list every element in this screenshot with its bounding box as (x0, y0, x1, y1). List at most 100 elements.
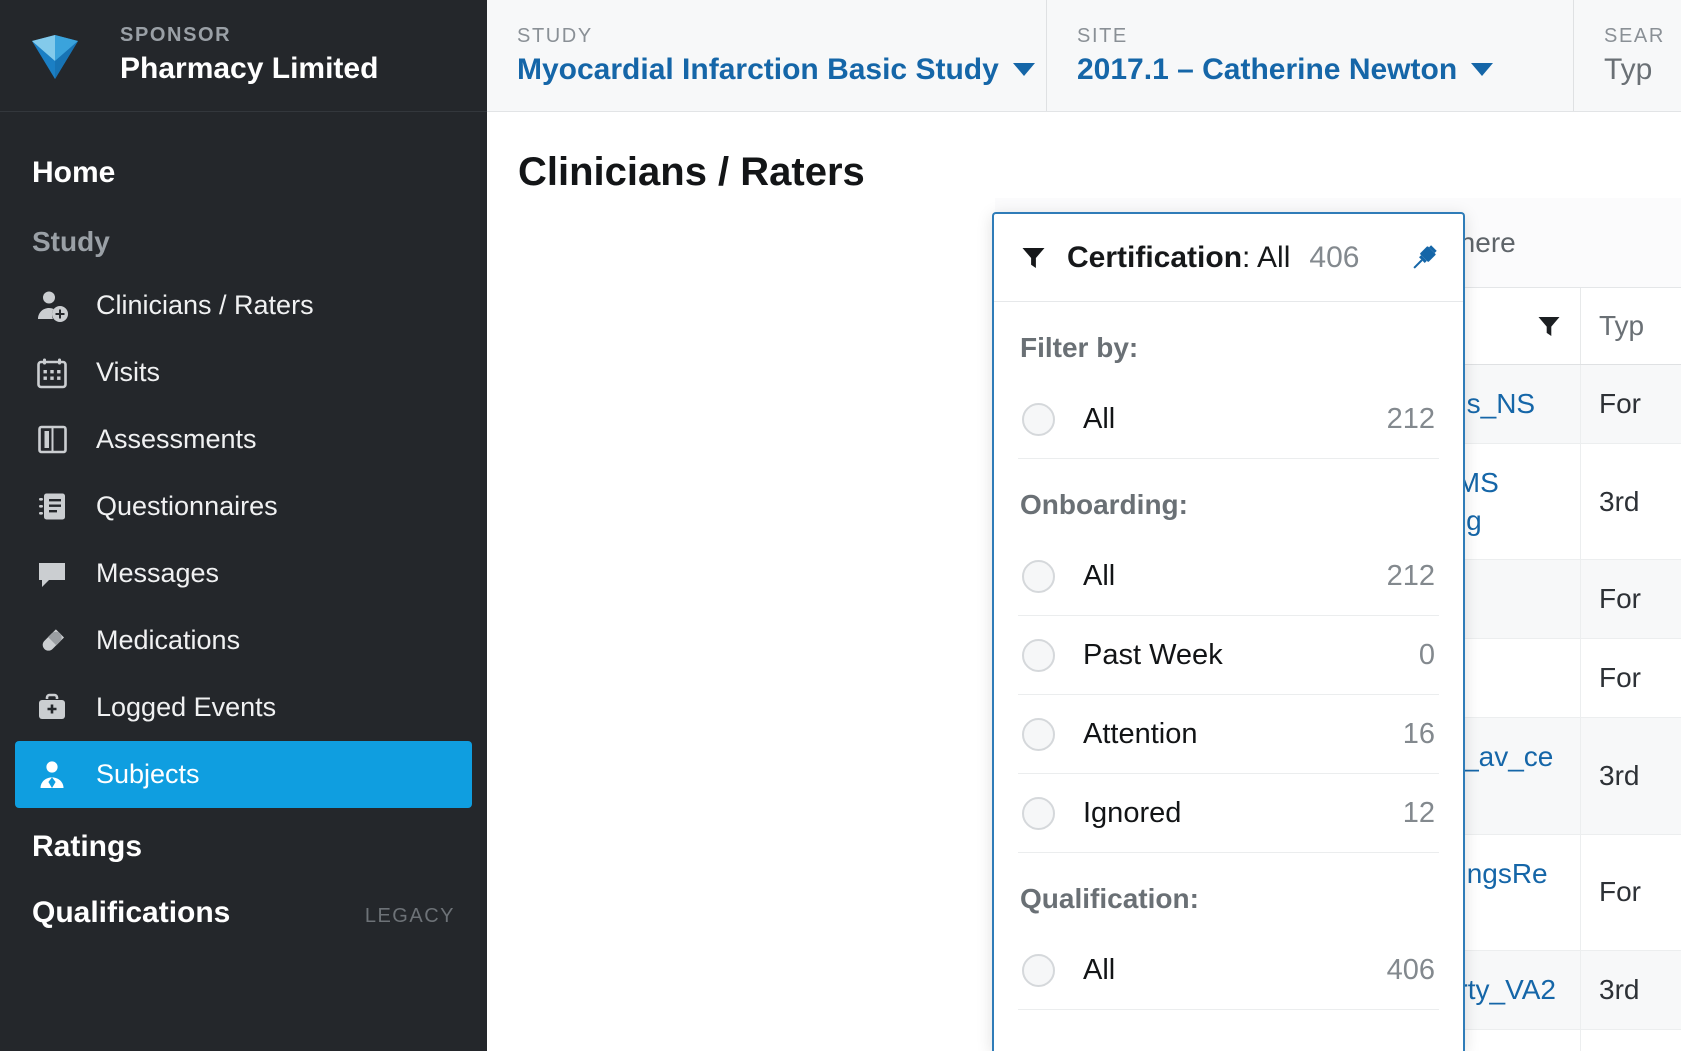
filter-option-label: All (1083, 559, 1116, 592)
user-plus-icon (32, 286, 72, 326)
chevron-down-icon (1471, 63, 1494, 76)
chevron-down-icon (1012, 63, 1035, 76)
search-box[interactable]: SEAR Typ (1574, 0, 1681, 111)
filter-panel-title-value: All (1257, 240, 1291, 274)
study-label: STUDY (517, 24, 593, 47)
sidebar-item-label: Visits (96, 357, 161, 387)
certification-filter-panel: Certification: All 406 Filter by: All 21… (992, 212, 1465, 1051)
calendar-icon (32, 353, 72, 393)
sidebar-item-assessments[interactable]: Assessments (15, 406, 472, 473)
filter-panel-count: 406 (1309, 240, 1360, 274)
filter-option-onboarding-past-week[interactable]: Past Week 0 (1018, 616, 1439, 695)
cell-type: For (1581, 1030, 1681, 1051)
filter-option-qualification-all[interactable]: All 406 (1018, 931, 1439, 1010)
study-value-text: Myocardial Infarction Basic Study (517, 52, 999, 86)
sidebar-section-ratings[interactable]: Ratings (0, 808, 487, 874)
sponsor-name: Pharmacy Limited (120, 52, 379, 86)
app-root: SPONSOR Pharmacy Limited Home Study Clin… (0, 0, 1681, 1051)
filter-option-count: 212 (1386, 559, 1435, 592)
cell-type: For (1599, 583, 1641, 615)
cell-type: 3rd (1599, 759, 1640, 791)
sidebar-item-logged-events[interactable]: Logged Events (15, 674, 472, 741)
top-context-bar: STUDY Myocardial Infarction Basic Study … (487, 0, 1681, 112)
filter-option-count: 406 (1386, 953, 1435, 986)
column-header-type[interactable]: Typ (1581, 288, 1681, 364)
sidebar-item-clinicians-raters[interactable]: Clinicians / Raters (15, 272, 472, 339)
radio-icon[interactable] (1022, 953, 1055, 987)
radio-icon[interactable] (1022, 402, 1055, 436)
cell-type: 3rd (1599, 974, 1640, 1006)
filter-panel-title: Certification: All (1067, 241, 1290, 275)
sidebar-item-label: Clinicians / Raters (96, 290, 314, 320)
filter-panel-title-sep: : (1242, 240, 1258, 274)
sidebar-item-label: Assessments (96, 424, 257, 454)
pill-icon (32, 621, 72, 661)
filter-option-onboarding-attention[interactable]: Attention 16 (1018, 695, 1439, 774)
chat-bubble-icon (32, 554, 72, 594)
pin-icon[interactable] (1407, 241, 1441, 275)
site-value: 2017.1 – Catherine Newton (1077, 53, 1543, 87)
filter-option-label: All (1083, 402, 1116, 435)
sidebar-item-label: Logged Events (96, 692, 277, 722)
sidebar-item-questionnaires[interactable]: Questionnaires (15, 473, 472, 540)
filter-option-count: 0 (1418, 638, 1435, 671)
sidebar-nav: Home Study Clinicians / Raters Visits As… (0, 112, 487, 940)
filter-option-label: Ignored (1083, 796, 1182, 829)
radio-icon[interactable] (1022, 559, 1055, 593)
notebook-icon (32, 487, 72, 527)
site-label: SITE (1077, 24, 1128, 47)
sidebar-item-label: Questionnaires (96, 491, 278, 521)
filter-option-label: All (1083, 953, 1116, 986)
sidebar-item-subjects[interactable]: Subjects (15, 741, 472, 808)
filter-by-label: Filter by: (1020, 332, 1139, 363)
page-title: Clinicians / Raters (518, 150, 865, 194)
study-value: Myocardial Infarction Basic Study (517, 52, 1035, 87)
site-value-text: 2017.1 – Catherine Newton (1077, 52, 1458, 86)
sidebar-item-messages[interactable]: Messages (15, 540, 472, 607)
cell-type: For (1599, 662, 1641, 694)
legacy-badge: LEGACY (364, 905, 455, 927)
filter-option-onboarding-ignored[interactable]: Ignored 12 (1018, 774, 1439, 853)
app-logo-icon (26, 27, 84, 85)
column-header-label: Typ (1599, 310, 1645, 341)
sidebar-section-study: Study (32, 226, 110, 257)
cell-type: 3rd (1599, 485, 1640, 517)
sidebar-item-label: Subjects (96, 759, 200, 789)
search-label: SEAR (1604, 24, 1665, 47)
filter-option-label: Past Week (1083, 638, 1223, 671)
filter-funnel-icon (1020, 244, 1047, 271)
sidebar-item-home[interactable]: Home (0, 142, 487, 204)
filter-panel-body: Filter by: All 212 Onboarding: All 212 P… (994, 302, 1463, 1010)
filter-panel-header: Certification: All 406 (994, 214, 1463, 302)
search-input[interactable]: Typ (1604, 53, 1652, 87)
medical-bag-icon (32, 688, 72, 728)
radio-icon[interactable] (1022, 796, 1055, 830)
sidebar-item-label: Messages (96, 558, 220, 588)
radio-icon[interactable] (1022, 638, 1055, 672)
study-selector[interactable]: STUDY Myocardial Infarction Basic Study (487, 0, 1047, 111)
filter-group-qualification-label: Qualification: (1020, 883, 1199, 914)
book-panel-icon (32, 420, 72, 460)
sidebar-section-qualifications[interactable]: Qualifications LEGACY (0, 874, 487, 940)
cell-type: For (1599, 388, 1641, 419)
cell-type: For (1599, 876, 1641, 908)
person-group-icon (32, 755, 72, 795)
sidebar-section-qualifications-label: Qualifications (32, 896, 231, 929)
radio-icon[interactable] (1022, 717, 1055, 751)
filter-option-count: 16 (1402, 717, 1435, 750)
filter-option-count: 12 (1402, 796, 1435, 829)
site-selector[interactable]: SITE 2017.1 – Catherine Newton (1047, 0, 1574, 111)
filter-funnel-icon[interactable] (1518, 313, 1562, 339)
filter-option-count: 212 (1386, 402, 1435, 435)
sponsor-brand: SPONSOR Pharmacy Limited (0, 0, 487, 112)
sponsor-label: SPONSOR (120, 24, 232, 47)
filter-group-onboarding-label: Onboarding: (1020, 489, 1188, 520)
sidebar-section-ratings-label: Ratings (32, 830, 143, 863)
sidebar-item-medications[interactable]: Medications (15, 607, 472, 674)
filter-option-onboarding-all[interactable]: All 212 (1018, 537, 1439, 616)
sidebar-item-visits[interactable]: Visits (15, 339, 472, 406)
filter-option-label: Attention (1083, 717, 1198, 750)
filter-option-all[interactable]: All 212 (1018, 380, 1439, 459)
sidebar: SPONSOR Pharmacy Limited Home Study Clin… (0, 0, 487, 1051)
main-content: STUDY Myocardial Infarction Basic Study … (487, 0, 1681, 1051)
